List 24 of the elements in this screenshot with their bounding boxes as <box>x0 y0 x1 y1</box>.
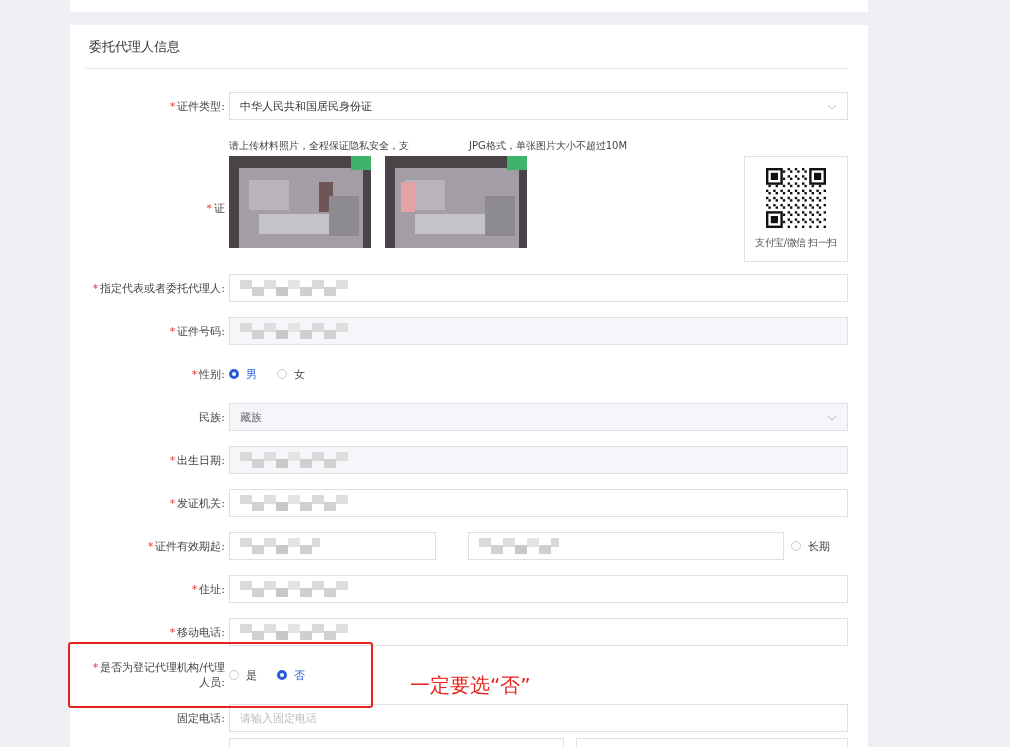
field-label: * 住址: <box>191 581 225 597</box>
field-label: 固定电话: <box>177 710 225 726</box>
radio-option[interactable]: 长期 <box>791 538 830 554</box>
annotation-note: 一定要选“否” <box>410 672 531 699</box>
field-label: * 性别: <box>191 366 225 382</box>
field-label: * 指定代表或者委托代理人: <box>92 280 225 296</box>
field-label: * 出生日期: <box>169 452 225 468</box>
section-title: 委托代理人信息 <box>85 25 848 69</box>
upload-hint: 请上传材料照片，全程保证隐私安全，支 <box>229 139 409 153</box>
field-label: * 证件类型: <box>169 98 225 114</box>
radio-option[interactable]: 否 <box>277 667 305 683</box>
radio-option[interactable]: 男 <box>229 366 257 382</box>
radio-option[interactable]: 女 <box>277 366 305 382</box>
select-field[interactable]: 中华人民共和国居民身份证 <box>229 92 848 120</box>
radio-option[interactable]: 是 <box>229 667 257 683</box>
field-label: * 发证机关: <box>169 495 225 511</box>
field-label: * 证 <box>206 201 225 216</box>
field-label: * 证件号码: <box>169 323 225 339</box>
field-label: 民族: <box>199 409 225 425</box>
upload-hint: JPG格式，单张图片大小不超过10M <box>469 139 628 153</box>
field-label: * 证件有效期起: <box>147 538 225 554</box>
qr-caption: 支付宝/微信 扫一扫 <box>755 236 837 250</box>
field-label: * 是否为登记代理机构/代理人员: <box>91 660 225 690</box>
field-label: * 移动电话: <box>169 624 225 640</box>
